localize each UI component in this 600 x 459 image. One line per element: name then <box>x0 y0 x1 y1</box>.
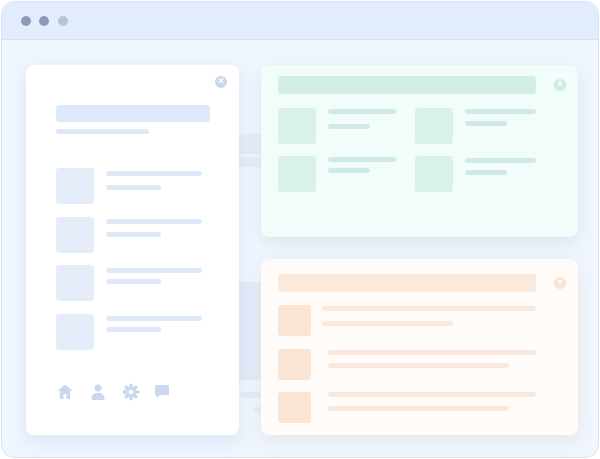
list-item-subtitle-placeholder <box>106 185 161 190</box>
close-icon[interactable]: × <box>215 76 227 88</box>
grid-item-title-placeholder <box>465 158 536 163</box>
list-item-title-placeholder <box>106 268 202 273</box>
grid-item-title-placeholder <box>465 109 536 114</box>
list-item-thumbnail <box>56 265 94 301</box>
list-item-thumbnail <box>278 305 311 336</box>
card-header-placeholder <box>278 274 536 292</box>
grid-item-title-placeholder <box>328 109 396 114</box>
window-maximize-dot[interactable] <box>58 16 68 26</box>
list-item-thumbnail <box>278 392 311 423</box>
list-item-subtitle-placeholder <box>328 363 509 368</box>
list-item-thumbnail <box>56 314 94 350</box>
grid-item-subtitle-placeholder <box>328 168 370 173</box>
green-card: × <box>261 65 578 237</box>
title-bar <box>2 2 598 40</box>
list-item-title-placeholder <box>106 219 202 224</box>
list-item-title-placeholder <box>322 306 536 311</box>
close-icon[interactable]: × <box>554 79 566 91</box>
list-item-subtitle-placeholder <box>106 232 161 237</box>
list-item-subtitle-placeholder <box>322 321 453 326</box>
list-item-title-placeholder <box>106 316 202 321</box>
list-item-thumbnail <box>56 217 94 253</box>
peach-card: × <box>261 259 578 435</box>
list-item-title-placeholder <box>328 392 536 397</box>
list-item-title-placeholder <box>106 171 202 176</box>
list-item-subtitle-placeholder <box>106 279 161 284</box>
panel-subtitle-placeholder <box>56 129 149 134</box>
app-window: × × × <box>1 1 599 458</box>
panel-title-placeholder <box>56 105 210 122</box>
grid-item-thumbnail <box>278 156 316 192</box>
left-panel-card: × <box>26 65 239 435</box>
gear-icon[interactable] <box>122 383 140 401</box>
list-item-thumbnail <box>56 168 94 204</box>
list-item-subtitle-placeholder <box>106 327 161 332</box>
chat-icon[interactable] <box>153 383 171 401</box>
home-icon[interactable] <box>56 383 74 401</box>
grid-item-thumbnail <box>415 156 453 192</box>
list-item-title-placeholder <box>328 350 536 355</box>
card-header-placeholder <box>278 76 536 94</box>
grid-item-subtitle-placeholder <box>328 124 370 129</box>
list-item-subtitle-placeholder <box>328 406 509 411</box>
user-icon[interactable] <box>89 383 107 401</box>
grid-item-thumbnail <box>415 108 453 144</box>
window-close-dot[interactable] <box>21 16 31 26</box>
window-minimize-dot[interactable] <box>39 16 49 26</box>
grid-item-subtitle-placeholder <box>465 121 507 126</box>
close-icon[interactable]: × <box>554 277 566 289</box>
list-item-thumbnail <box>278 349 311 380</box>
grid-item-thumbnail <box>278 108 316 144</box>
grid-item-title-placeholder <box>328 157 396 162</box>
grid-item-subtitle-placeholder <box>465 170 507 175</box>
